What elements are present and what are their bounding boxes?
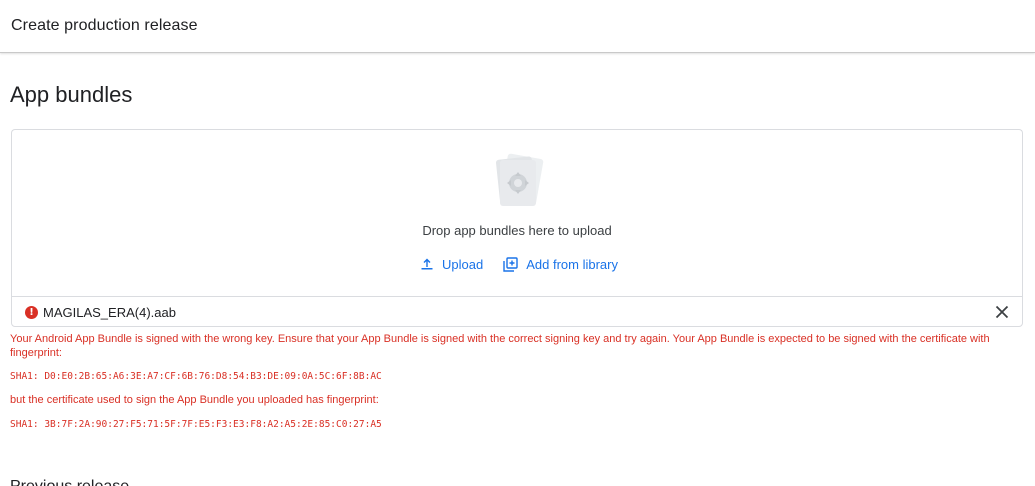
uploaded-fingerprint-intro: but the certificate used to sign the App… bbox=[10, 394, 379, 406]
expected-fingerprint: SHA1: D0:E0:2B:65:A6:3E:A7:CF:6B:76:D8:5… bbox=[10, 371, 382, 382]
previous-release-heading: Previous release bbox=[10, 478, 129, 486]
uploaded-file-row: ! MAGILAS_ERA(4).aab bbox=[11, 296, 1023, 327]
file-name: MAGILAS_ERA(4).aab bbox=[43, 305, 176, 320]
upload-dropzone[interactable]: Drop app bundles here to upload Upload A… bbox=[11, 129, 1023, 296]
close-icon[interactable] bbox=[994, 304, 1010, 320]
top-bar: Create production release bbox=[0, 0, 1035, 53]
upload-actions: Upload Add from library bbox=[12, 254, 1022, 274]
add-from-library-label: Add from library bbox=[526, 256, 618, 272]
error-icon: ! bbox=[25, 306, 38, 319]
signing-error-message: Your Android App Bundle is signed with t… bbox=[10, 333, 990, 359]
add-from-library-button[interactable]: Add from library bbox=[503, 254, 618, 274]
upload-icon bbox=[420, 257, 434, 271]
upload-button[interactable]: Upload bbox=[420, 254, 483, 274]
library-add-icon bbox=[503, 256, 518, 272]
upload-label: Upload bbox=[442, 256, 484, 272]
page-title: Create production release bbox=[11, 17, 198, 34]
uploaded-fingerprint: SHA1: 3B:7F:2A:90:27:F5:71:5F:7F:E5:F3:E… bbox=[10, 419, 382, 430]
app-bundle-icon bbox=[490, 152, 546, 210]
app-bundles-heading: App bundles bbox=[10, 82, 133, 107]
drop-instructions: Drop app bundles here to upload bbox=[422, 223, 612, 238]
